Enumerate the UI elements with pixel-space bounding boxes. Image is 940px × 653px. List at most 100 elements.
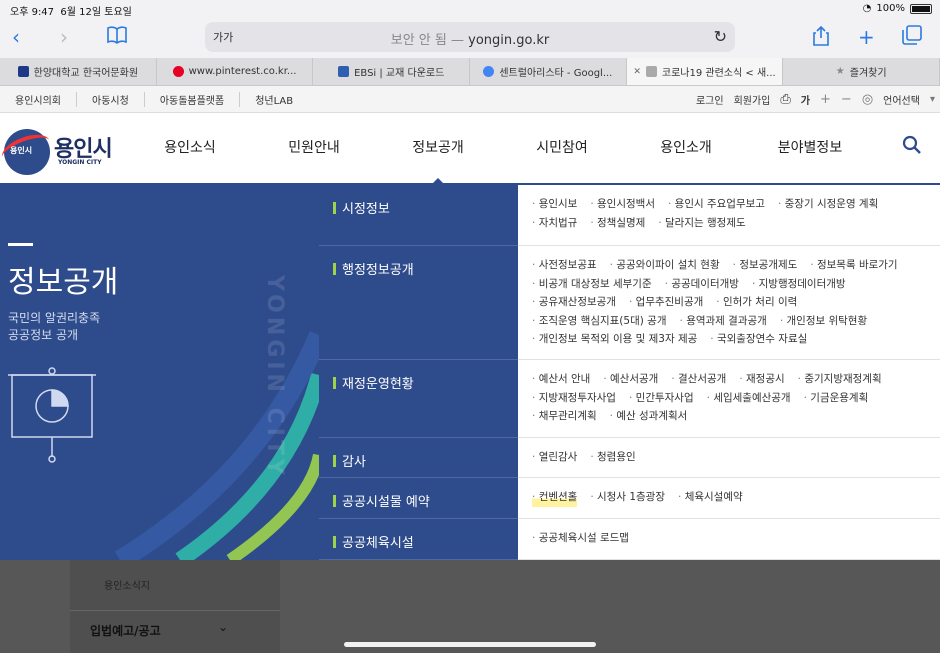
menu-link[interactable]: 공유재산정보공개 xyxy=(532,293,616,312)
menu-link[interactable]: 용역과제 결과공개 xyxy=(680,312,767,331)
chevron-down-icon[interactable]: ⌄ xyxy=(218,620,228,634)
tab-strip: 한양대학교 한국어문화원 www.pinterest.co.kr... EBSi… xyxy=(0,58,940,86)
share-icon[interactable] xyxy=(812,25,830,52)
menu-link[interactable]: 용인시 주요업무보고 xyxy=(668,195,765,214)
util-link[interactable]: 용인시의회 xyxy=(0,92,77,107)
menu-link[interactable]: 조직운영 핵심지표(5대) 공개 xyxy=(532,312,667,331)
menu-category[interactable]: 행정정보공개 xyxy=(319,246,518,360)
menu-item-fields[interactable]: 분야별정보 xyxy=(748,113,872,183)
menu-link-highlighted[interactable]: 컨벤션홀 xyxy=(532,488,578,507)
menu-link[interactable]: 예산서공개 xyxy=(603,370,658,389)
chevron-down-icon[interactable]: ▾ xyxy=(930,94,935,105)
address-bar[interactable]: 가가 보안 안 됨 — yongin.go.kr ↻ xyxy=(205,22,735,52)
util-link[interactable]: 아동시청 xyxy=(77,92,145,107)
forward-icon[interactable]: › xyxy=(60,25,68,49)
login-link[interactable]: 로그인 xyxy=(696,92,724,107)
print-icon[interactable]: ⎙ xyxy=(780,92,790,107)
menu-link[interactable]: 공공데이터개방 xyxy=(665,275,739,294)
browser-tab[interactable]: EBSi | 교재 다운로드 xyxy=(313,58,471,85)
vertical-watermark: YONGIN CITY xyxy=(262,275,287,479)
menu-group: 공공체육시설 공공체육시설 로드맵 xyxy=(319,519,940,560)
font-decrease-icon[interactable]: − xyxy=(841,92,852,107)
menu-links: 컨벤션홀 시청사 1층광장 체육시설예약 xyxy=(518,478,940,518)
menu-link[interactable]: 업무추진비공개 xyxy=(629,293,704,312)
battery-icon xyxy=(910,3,932,14)
menu-link[interactable]: 결산서공개 xyxy=(671,370,726,389)
menu-link[interactable]: 정보목록 바로가기 xyxy=(810,256,898,275)
menu-link[interactable]: 체육시설예약 xyxy=(678,488,743,507)
menu-item-about[interactable]: 용인소개 xyxy=(624,113,748,183)
bookmarks-icon[interactable] xyxy=(106,25,128,50)
menu-link[interactable]: 예산서 안내 xyxy=(532,370,591,389)
browser-tab[interactable]: www.pinterest.co.kr... xyxy=(157,58,314,85)
menu-link[interactable]: 시청사 1층광장 xyxy=(590,488,665,507)
menu-link[interactable]: 세입세출예산공개 xyxy=(707,389,790,408)
signup-link[interactable]: 회원가입 xyxy=(734,92,771,107)
menu-link[interactable]: 정보공개제도 xyxy=(733,256,797,275)
menu-link[interactable]: 민간투자사업 xyxy=(629,389,694,408)
menu-item-civil[interactable]: 민원안내 xyxy=(252,113,376,183)
menu-item-info[interactable]: 정보공개 xyxy=(376,113,500,185)
menu-category[interactable]: 재정운영현황 xyxy=(319,360,518,438)
logo-emblem-text: 용인시 xyxy=(10,146,33,155)
menu-link[interactable]: 자치법규 xyxy=(532,214,578,233)
menu-link[interactable]: 기금운용계획 xyxy=(804,389,868,408)
menu-link[interactable]: 용인시보 xyxy=(532,195,578,214)
close-tab-icon[interactable]: ✕ xyxy=(633,67,641,77)
tabs-overview-icon[interactable] xyxy=(902,25,922,50)
menu-link[interactable]: 용인시정백서 xyxy=(590,195,655,214)
menu-link[interactable]: 재정공시 xyxy=(739,370,785,389)
menu-link[interactable]: 중기지방재정계획 xyxy=(798,370,881,389)
menu-link[interactable]: 공공와이파이 설치 현황 xyxy=(610,256,719,275)
menu-link[interactable]: 사전정보공표 xyxy=(532,256,597,275)
browser-tab[interactable]: 한양대학교 한국어문화원 xyxy=(0,58,157,85)
menu-link[interactable]: 청렴용인 xyxy=(590,448,636,467)
menu-link[interactable]: 인허가 처리 이력 xyxy=(716,293,797,312)
mega-menu-panel: 시정정보 용인시보 용인시정백서 용인시 주요업무보고 중장기 시정운영 계획 … xyxy=(319,185,940,560)
menu-item-participation[interactable]: 시민참여 xyxy=(500,113,624,183)
menu-link[interactable]: 공공체육시설 로드맵 xyxy=(532,529,629,548)
search-icon[interactable] xyxy=(902,135,924,157)
side-menu xyxy=(70,560,280,653)
browser-tab-active[interactable]: ✕ 코로나19 관련소식 < 새... xyxy=(626,58,784,85)
font-increase-icon[interactable]: + xyxy=(820,92,831,107)
side-menu-item[interactable]: 입법예고/공고 xyxy=(90,622,161,639)
title-accent-bar xyxy=(8,243,33,246)
site-logo[interactable]: 용인시 용인시 YONGIN CITY xyxy=(0,123,120,178)
menu-link[interactable]: 비공개 대상정보 세부기준 xyxy=(532,275,652,294)
menu-link[interactable]: 예산 성과계획서 xyxy=(610,407,687,426)
home-indicator[interactable] xyxy=(344,642,596,647)
menu-link[interactable]: 채무관리계획 xyxy=(532,407,597,426)
menu-category[interactable]: 감사 xyxy=(319,438,518,478)
browser-tab[interactable]: 센트럴아리스타 - Googl... xyxy=(470,58,627,85)
section-title: 정보공개 xyxy=(8,265,119,300)
menu-link[interactable]: 국외출장연수 자료실 xyxy=(710,330,807,349)
new-tab-icon[interactable]: + xyxy=(858,25,875,49)
menu-category[interactable]: 공공시설물 예약 xyxy=(319,478,518,519)
menu-item-news[interactable]: 용인소식 xyxy=(128,113,252,183)
menu-category[interactable]: 공공체육시설 xyxy=(319,519,518,560)
menu-link[interactable]: 달라지는 행정제도 xyxy=(658,214,746,233)
menu-category[interactable]: 시정정보 xyxy=(319,185,518,246)
util-link[interactable]: 청년LAB xyxy=(240,92,308,107)
status-time: 오후 9:47 xyxy=(10,7,55,18)
menu-links: 사전정보공표 공공와이파이 설치 현황 정보공개제도 정보목록 바로가기 비공개… xyxy=(518,246,940,359)
divider xyxy=(70,610,280,611)
menu-link[interactable]: 중장기 시정운영 계획 xyxy=(778,195,879,214)
language-select[interactable]: 언어선택 xyxy=(883,92,920,107)
tab-favicon xyxy=(645,66,657,77)
menu-link[interactable]: 지방재정투자사업 xyxy=(532,389,616,408)
tab-favicon xyxy=(17,66,29,77)
side-menu-item[interactable]: 용인소식지 xyxy=(104,577,150,592)
utility-bar: 용인시의회 아동시청 아동돌봄플랫폼 청년LAB 로그인 회원가입 ⎙ 가 + … xyxy=(0,86,940,113)
menu-group: 재정운영현황 예산서 안내 예산서공개 결산서공개 재정공시 중기지방재정계획 … xyxy=(319,360,940,438)
menu-link[interactable]: 정책실명제 xyxy=(590,214,645,233)
back-icon[interactable]: ‹ xyxy=(12,25,20,49)
util-link[interactable]: 아동돌봄플랫폼 xyxy=(145,92,241,107)
menu-link[interactable]: 지방행정데이터개방 xyxy=(752,275,846,294)
menu-link[interactable]: 개인정보 위탁현황 xyxy=(780,312,868,331)
reload-icon[interactable]: ↻ xyxy=(714,27,727,46)
menu-link[interactable]: 열린감사 xyxy=(532,448,578,467)
browser-tab-favorites[interactable]: ★ 즐겨찾기 xyxy=(783,58,940,85)
menu-link[interactable]: 개인정보 목적외 이용 및 제3자 제공 xyxy=(532,330,698,349)
